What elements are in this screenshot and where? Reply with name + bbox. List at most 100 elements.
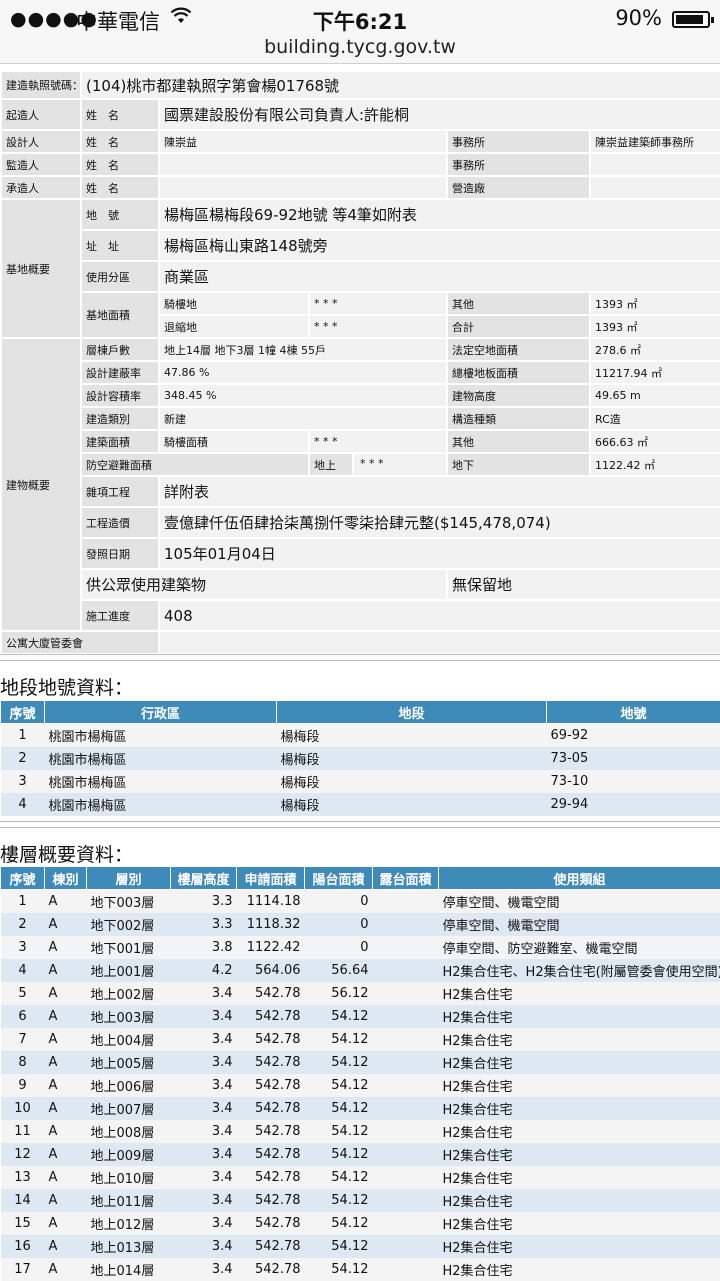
floor-cell-level: 地上003層 xyxy=(87,1005,171,1028)
floor-col-terrace: 露台面積 xyxy=(373,867,439,890)
floor-cell-balcony: 0 xyxy=(305,890,373,914)
table-row: 3A地下001層3.81122.420停車空間、防空避難室、機電空間 xyxy=(1,936,720,959)
land-cell-index: 1 xyxy=(1,724,45,748)
floor-cell-index: 15 xyxy=(1,1212,45,1235)
floor-cell-usage: H2集合住宅 xyxy=(439,1189,720,1212)
floor-cell-index: 12 xyxy=(1,1143,45,1166)
floor-cell-index: 10 xyxy=(1,1097,45,1120)
floor-cell-height: 3.4 xyxy=(171,1189,237,1212)
far-label: 設計容積率 xyxy=(81,384,159,407)
floor-cell-balcony: 54.12 xyxy=(305,1258,373,1281)
floor-cell-height: 3.4 xyxy=(171,1097,237,1120)
building-area-label: 建築面積 xyxy=(81,430,159,453)
floor-cell-height: 3.4 xyxy=(171,1212,237,1235)
floor-cell-area: 1118.32 xyxy=(237,913,305,936)
table-row: 9A地上006層3.4542.7854.12H2集合住宅 xyxy=(1,1074,720,1097)
floor-cell-balcony: 54.12 xyxy=(305,1212,373,1235)
table-row: 13A地上010層3.4542.7854.12H2集合住宅 xyxy=(1,1166,720,1189)
other-area-value: 1393 ㎡ xyxy=(590,292,720,315)
floor-cell-balcony: 54.12 xyxy=(305,1189,373,1212)
floor-cell-usage: H2集合住宅 xyxy=(439,1143,720,1166)
land-table-body: 1桃園市楊梅區楊梅段69-922桃園市楊梅區楊梅段73-053桃園市楊梅區楊梅段… xyxy=(1,724,720,817)
misc-works-value: 詳附表 xyxy=(159,476,720,507)
structure-label: 構造種類 xyxy=(447,407,590,430)
floor-cell-balcony: 0 xyxy=(305,936,373,959)
land-cell-index: 3 xyxy=(1,770,45,793)
floor-cell-height: 3.4 xyxy=(171,1235,237,1258)
table-row: 8A地上005層3.4542.7854.12H2集合住宅 xyxy=(1,1051,720,1074)
floor-cell-usage: H2集合住宅 xyxy=(439,1028,720,1051)
floor-cell-usage: H2集合住宅 xyxy=(439,1005,720,1028)
table-row: 1桃園市楊梅區楊梅段69-92 xyxy=(1,724,720,748)
floor-cell-usage: H2集合住宅 xyxy=(439,1097,720,1120)
floors-units-label: 層棟戶數 xyxy=(81,338,159,361)
floor-cell-area: 542.78 xyxy=(237,982,305,1005)
floor-col-index: 序號 xyxy=(1,867,45,890)
floor-table-body: 1A地下003層3.31114.180停車空間、機電空間2A地下002層3.31… xyxy=(1,890,720,1281)
floor-cell-usage: H2集合住宅 xyxy=(439,1051,720,1074)
floor-cell-building: A xyxy=(45,913,87,936)
floor-cell-level: 地上011層 xyxy=(87,1189,171,1212)
site-area-label: 基地面積 xyxy=(81,292,159,338)
floor-cell-area: 542.78 xyxy=(237,1051,305,1074)
floor-cell-level: 地上006層 xyxy=(87,1074,171,1097)
land-cell-index: 2 xyxy=(1,747,45,770)
builder-label: 起造人 xyxy=(1,99,81,130)
address-bar-url[interactable]: building.tycg.gov.tw xyxy=(0,36,720,58)
floor-cell-index: 8 xyxy=(1,1051,45,1074)
floor-cell-area: 542.78 xyxy=(237,1028,305,1051)
table-row: 16A地上013層3.4542.7854.12H2集合住宅 xyxy=(1,1235,720,1258)
zoning-value: 商業區 xyxy=(159,261,720,292)
shelter-above-cell: 地上 * * * xyxy=(309,453,447,476)
land-cell-district: 桃園市楊梅區 xyxy=(45,770,277,793)
floor-cell-building: A xyxy=(45,1051,87,1074)
floors-units-value: 地上14層 地下3層 1幢 4棟 55戶 xyxy=(159,338,447,361)
floor-cell-balcony: 54.12 xyxy=(305,1166,373,1189)
land-cell-section: 楊梅段 xyxy=(277,770,547,793)
shelter-area-label: 防空避難面積 xyxy=(81,453,309,476)
floor-cell-building: A xyxy=(45,1028,87,1051)
open-space-label: 法定空地面積 xyxy=(447,338,590,361)
floor-cell-usage: 停車空間、機電空間 xyxy=(439,890,720,914)
floor-cell-index: 2 xyxy=(1,913,45,936)
floor-cell-height: 3.4 xyxy=(171,1166,237,1189)
floor-cell-height: 3.8 xyxy=(171,936,237,959)
floor-cell-height: 3.4 xyxy=(171,1005,237,1028)
floor-cell-area: 1114.18 xyxy=(237,890,305,914)
floor-summary-table: 序號 棟別 層別 樓層高度 申請面積 陽台面積 露台面積 使用類組 1A地下00… xyxy=(0,866,720,1281)
table-row: 6A地上003層3.4542.7854.12H2集合住宅 xyxy=(1,1005,720,1028)
floor-area-label: 總樓地板面積 xyxy=(447,361,590,384)
section-divider xyxy=(0,821,720,828)
committee-label: 公寓大廈管委會 xyxy=(1,631,159,654)
floor-cell-level: 地下002層 xyxy=(87,913,171,936)
far-value: 348.45 % xyxy=(159,384,447,407)
lot-value: 楊梅區楊梅段69-92地號 等4筆如附表 xyxy=(159,199,720,230)
floor-col-height: 樓層高度 xyxy=(171,867,237,890)
table-row: 15A地上012層3.4542.7854.12H2集合住宅 xyxy=(1,1212,720,1235)
floor-cell-usage: H2集合住宅 xyxy=(439,1258,720,1281)
floor-cell-terrace xyxy=(373,1189,439,1212)
floor-cell-terrace xyxy=(373,1005,439,1028)
floor-cell-balcony: 54.12 xyxy=(305,1143,373,1166)
floor-cell-balcony: 0 xyxy=(305,913,373,936)
floor-cell-building: A xyxy=(45,1235,87,1258)
floor-cell-terrace xyxy=(373,959,439,982)
floor-cell-level: 地上002層 xyxy=(87,982,171,1005)
floor-cell-usage: H2集合住宅 xyxy=(439,1120,720,1143)
floor-cell-usage: H2集合住宅 xyxy=(439,1212,720,1235)
height-label: 建物高度 xyxy=(447,384,590,407)
floor-cell-terrace xyxy=(373,1143,439,1166)
site-summary-label: 基地概要 xyxy=(1,199,81,338)
table-row: 12A地上009層3.4542.7854.12H2集合住宅 xyxy=(1,1143,720,1166)
contractor-label: 承造人 xyxy=(1,176,81,199)
shelter-below-value: 1122.42 ㎡ xyxy=(590,453,720,476)
floor-cell-terrace xyxy=(373,982,439,1005)
table-row: 2A地下002層3.31118.320停車空間、機電空間 xyxy=(1,913,720,936)
floor-cell-balcony: 56.64 xyxy=(305,959,373,982)
zoning-label: 使用分區 xyxy=(81,261,159,292)
supervisor-name xyxy=(159,153,447,176)
land-col-index: 序號 xyxy=(1,701,45,724)
floor-cell-balcony: 54.12 xyxy=(305,1028,373,1051)
floor-cell-index: 5 xyxy=(1,982,45,1005)
land-cell-index: 4 xyxy=(1,793,45,816)
